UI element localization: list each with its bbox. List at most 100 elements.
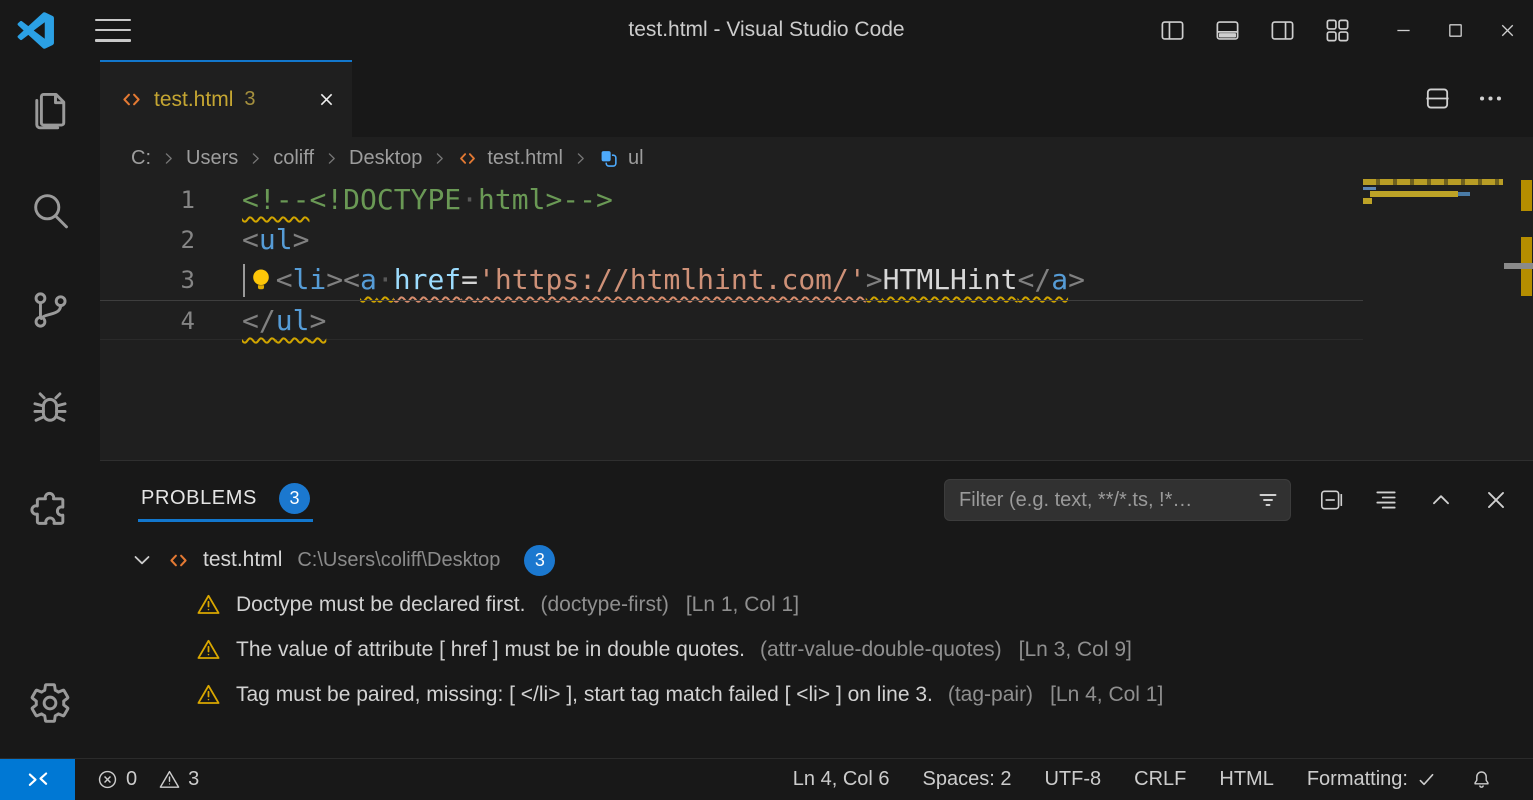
minimize-button[interactable] [1377, 0, 1429, 60]
line-number: 1 [100, 180, 195, 220]
source-control-icon[interactable] [26, 286, 74, 334]
collapse-all-icon[interactable] [1373, 487, 1399, 513]
problems-filter [944, 479, 1291, 521]
code-line[interactable]: 4 </ul> [100, 300, 1363, 340]
indentation[interactable]: Spaces: 2 [923, 768, 1012, 791]
settings-gear-icon[interactable] [26, 679, 74, 727]
extensions-icon[interactable] [26, 486, 74, 534]
tab-problems-badge: 3 [244, 88, 255, 111]
menu-hamburger-icon[interactable] [95, 19, 131, 42]
code-token: ul [276, 304, 310, 337]
close-panel-icon[interactable] [1483, 487, 1509, 513]
close-window-button[interactable] [1481, 0, 1533, 60]
problem-row[interactable]: The value of attribute [ href ] must be … [100, 627, 1533, 672]
panel-actions [1318, 487, 1509, 513]
code-line[interactable]: 1 <!--<!DOCTYPE·html>--> [100, 180, 1363, 220]
tab-bar: test.html 3 [100, 60, 1533, 137]
tab-test-html[interactable]: test.html 3 [100, 60, 352, 137]
breadcrumb-item[interactable]: C: [131, 147, 151, 170]
code-token: > [326, 263, 343, 296]
breadcrumb-item[interactable]: Desktop [349, 147, 422, 170]
breadcrumb-item[interactable]: coliff [273, 147, 314, 170]
code-token: < [276, 263, 293, 296]
warning-icon [196, 637, 221, 662]
minimap-warning-mark [1363, 198, 1372, 204]
code-token: = [461, 263, 478, 296]
maximize-panel-icon[interactable] [1428, 487, 1454, 513]
overview-ruler[interactable] [1503, 178, 1533, 460]
overview-ruler-warning [1521, 180, 1532, 211]
overview-ruler-cursor [1504, 263, 1533, 269]
search-icon[interactable] [26, 186, 74, 234]
code-token: HTMLHint [883, 263, 1018, 296]
view-as-table-icon[interactable] [1318, 487, 1344, 513]
toggle-panel-icon[interactable] [1214, 17, 1241, 44]
remote-indicator[interactable] [0, 759, 75, 800]
status-bar: 0 3 Ln 4, Col 6 Spaces: 2 UTF-8 CRLF HTM… [0, 758, 1533, 800]
text-cursor [243, 264, 245, 297]
code-line[interactable]: 3 <li><a·href='https://htmlhint.com/'>HT… [100, 260, 1363, 300]
customize-layout-icon[interactable] [1324, 17, 1351, 44]
problem-position: [Ln 4, Col 1] [1050, 683, 1163, 707]
code-token: > [309, 304, 326, 337]
breadcrumb-item[interactable]: test.html [487, 147, 563, 170]
language-mode[interactable]: HTML [1219, 768, 1273, 791]
warning-icon [196, 682, 221, 707]
problem-row[interactable]: Doctype must be declared first. (doctype… [100, 582, 1533, 627]
maximize-button[interactable] [1429, 0, 1481, 60]
activity-bar [0, 60, 100, 758]
tab-problems[interactable]: PROBLEMS 3 [138, 478, 313, 522]
chevron-right-icon [431, 150, 448, 167]
breadcrumb-item[interactable]: ul [628, 147, 644, 170]
code-token: li [293, 263, 327, 296]
line-number: 3 [100, 260, 195, 300]
breadcrumb-item[interactable]: Users [186, 147, 238, 170]
problem-row[interactable]: Tag must be paired, missing: [ </li> ], … [100, 672, 1533, 717]
formatting-status[interactable]: Formatting: [1307, 768, 1437, 791]
problem-message: The value of attribute [ href ] must be … [236, 638, 745, 662]
code-line[interactable]: 2 <ul> [100, 220, 1363, 260]
encoding[interactable]: UTF-8 [1044, 768, 1101, 791]
toggle-secondary-sidebar-icon[interactable] [1269, 17, 1296, 44]
split-editor-icon[interactable] [1423, 84, 1452, 113]
problem-source: (tag-pair) [948, 683, 1033, 707]
line-content: <!--<!DOCTYPE·html>--> [195, 180, 613, 220]
title-bar: test.html - Visual Studio Code [0, 0, 1533, 60]
code-token: 'https://htmlhint.com/' [478, 263, 866, 296]
filter-icon[interactable] [1256, 488, 1280, 512]
status-right: Ln 4, Col 6 Spaces: 2 UTF-8 CRLF HTML Fo… [793, 768, 1533, 791]
panel-header: PROBLEMS 3 [100, 461, 1533, 522]
code-token: · [461, 183, 478, 216]
explorer-icon[interactable] [26, 86, 74, 134]
warning-icon [158, 768, 181, 791]
problems-filter-input[interactable] [945, 489, 1256, 512]
problem-position: [Ln 3, Col 9] [1019, 638, 1132, 662]
symbol-element-icon [598, 148, 619, 169]
file-problems-badge: 3 [524, 545, 555, 576]
editor-code[interactable]: 1 <!--<!DOCTYPE·html>--> 2 <ul> 3 <li><a… [100, 180, 1533, 460]
code-token: href [394, 263, 461, 296]
problem-source: (attr-value-double-quotes) [760, 638, 1002, 662]
run-debug-icon[interactable] [26, 386, 74, 434]
toggle-sidebar-icon[interactable] [1159, 17, 1186, 44]
line-content: <ul> [195, 220, 309, 260]
notifications-bell-icon[interactable] [1470, 768, 1493, 791]
cursor-position[interactable]: Ln 4, Col 6 [793, 768, 890, 791]
more-actions-icon[interactable] [1476, 84, 1505, 113]
problems-file-name: test.html [203, 548, 282, 572]
problems-list: test.html C:\Users\coliff\Desktop 3 Doct… [100, 522, 1533, 717]
code-token: </ [1017, 263, 1051, 296]
status-problems[interactable]: 0 3 [96, 768, 199, 791]
chevron-down-icon[interactable] [130, 548, 154, 572]
lightbulb-icon[interactable] [248, 266, 274, 295]
html-file-icon [457, 148, 478, 169]
code-token: a [1051, 263, 1068, 296]
line-number: 4 [100, 301, 195, 339]
vscode-logo-icon [17, 12, 54, 49]
problem-message: Doctype must be declared first. [236, 593, 525, 617]
tab-close-icon[interactable] [317, 90, 336, 109]
problems-file-path: C:\Users\coliff\Desktop [297, 549, 500, 572]
minimap[interactable] [1363, 178, 1503, 440]
eol-sequence[interactable]: CRLF [1134, 768, 1186, 791]
problems-file-row[interactable]: test.html C:\Users\coliff\Desktop 3 [100, 538, 1533, 582]
